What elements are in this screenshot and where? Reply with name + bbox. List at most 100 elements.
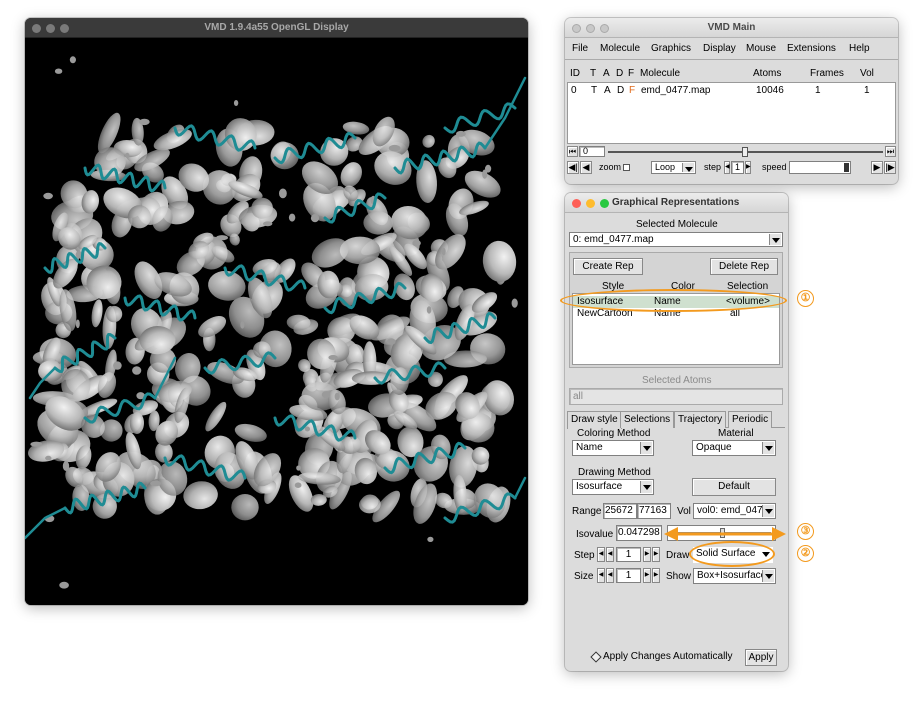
draw-label: Draw: [666, 550, 690, 561]
window-controls[interactable]: [572, 24, 609, 33]
vol-menu[interactable]: vol0: emd_047: [693, 503, 776, 519]
create-rep-button[interactable]: Create Rep: [573, 258, 643, 275]
speed-slider[interactable]: [789, 161, 851, 174]
menu-help[interactable]: Help: [849, 43, 870, 54]
apply-button[interactable]: Apply: [745, 649, 777, 666]
zoom-checkbox[interactable]: [623, 164, 630, 171]
row-a[interactable]: A: [604, 85, 611, 96]
coloring-method-menu[interactable]: Name: [572, 440, 654, 456]
isovalue-input[interactable]: 0.047298: [616, 525, 662, 541]
step-label: Step: [574, 550, 595, 561]
drawing-method-label: Drawing Method: [578, 467, 651, 478]
window-controls[interactable]: [32, 24, 69, 33]
material-menu[interactable]: Opaque: [692, 440, 776, 456]
frame-input[interactable]: 0: [579, 146, 605, 157]
step-decrement-button[interactable]: ◀: [724, 161, 730, 174]
size-max-button[interactable]: ▶: [652, 568, 660, 583]
selected-atoms-input[interactable]: all: [569, 388, 783, 405]
loop-menu-value: Loop: [655, 162, 676, 172]
delete-rep-button[interactable]: Delete Rep: [710, 258, 778, 275]
range-min-input[interactable]: 25672: [603, 503, 637, 519]
menu-file[interactable]: File: [572, 43, 588, 54]
frame-slider-thumb[interactable]: [742, 147, 748, 157]
step-back-button[interactable]: ◀|: [567, 161, 579, 174]
step-forward-button[interactable]: |▶: [884, 161, 896, 174]
main-title-bar[interactable]: VMD Main: [565, 18, 898, 38]
molecule-row[interactable]: 0 T A D F emd_0477.map 10046 1 1: [568, 85, 895, 98]
goto-start-button[interactable]: ⏮: [567, 146, 578, 157]
main-menubar: File Molecule Graphics Display Mouse Ext…: [565, 38, 898, 60]
reps-title-bar[interactable]: Graphical Representations: [565, 193, 788, 213]
zoom-button[interactable]: [600, 24, 609, 33]
menu-display[interactable]: Display: [703, 43, 736, 54]
window-controls[interactable]: [572, 199, 609, 208]
graphical-representations-window: Graphical Representations Selected Molec…: [565, 193, 788, 671]
close-button[interactable]: [572, 199, 581, 208]
row-f[interactable]: F: [629, 85, 635, 96]
molecule-list-header: ID T A D F Molecule Atoms Frames Vol: [565, 68, 898, 82]
col-molecule: Molecule: [640, 68, 681, 79]
speed-slider-thumb[interactable]: [844, 163, 849, 172]
close-button[interactable]: [32, 24, 41, 33]
molecule-selector[interactable]: 0: emd_0477.map: [569, 232, 783, 247]
minimize-button[interactable]: [586, 24, 595, 33]
size-dec-button[interactable]: ◀: [606, 568, 614, 583]
step-inc-button[interactable]: ▶: [643, 547, 651, 562]
main-step-input[interactable]: 1: [731, 161, 744, 174]
loop-menu[interactable]: Loop: [651, 161, 696, 174]
display-title: VMD 1.9.4a55 OpenGL Display: [204, 22, 349, 33]
menu-extensions[interactable]: Extensions: [787, 43, 836, 54]
step-input[interactable]: 1: [616, 547, 641, 562]
step-max-button[interactable]: ▶: [652, 547, 660, 562]
row-t[interactable]: T: [591, 85, 597, 96]
size-input[interactable]: 1: [616, 568, 641, 583]
tab-selections[interactable]: Selections: [620, 411, 675, 428]
molecule-selector-value: 0: emd_0477.map: [573, 234, 654, 245]
menu-mouse[interactable]: Mouse: [746, 43, 776, 54]
zoom-button[interactable]: [600, 199, 609, 208]
vol-value: vol0: emd_047: [697, 505, 763, 516]
molecule-render-canvas[interactable]: [25, 38, 528, 605]
default-button[interactable]: Default: [692, 478, 776, 496]
play-reverse-button[interactable]: ◀: [580, 161, 592, 174]
step-min-button[interactable]: ◀: [597, 547, 605, 562]
drawing-method-menu[interactable]: Isosurface: [572, 479, 654, 495]
auto-apply-toggle[interactable]: [590, 651, 602, 663]
minimize-button[interactable]: [586, 199, 595, 208]
main-title: VMD Main: [707, 22, 756, 33]
zoom-button[interactable]: [60, 24, 69, 33]
menu-graphics[interactable]: Graphics: [651, 43, 691, 54]
minimize-button[interactable]: [46, 24, 55, 33]
col-vol: Vol: [860, 68, 874, 79]
size-label: Size: [574, 571, 594, 582]
tab-trajectory[interactable]: Trajectory: [674, 411, 727, 428]
chevron-down-icon: [769, 234, 781, 245]
step-dec-button[interactable]: ◀: [606, 547, 614, 562]
size-min-button[interactable]: ◀: [597, 568, 605, 583]
goto-end-button[interactable]: ⏭: [885, 146, 896, 157]
show-value: Box+Isosurface: [697, 570, 767, 581]
tab-draw-style[interactable]: Draw style: [567, 411, 622, 429]
row-atoms: 10046: [756, 85, 784, 96]
chevron-down-icon: [762, 442, 774, 454]
col-f: F: [628, 68, 635, 79]
close-button[interactable]: [572, 24, 581, 33]
col-d: D: [616, 68, 624, 79]
show-menu[interactable]: Box+Isosurface: [693, 568, 776, 584]
isovalue-label: Isovalue: [576, 529, 614, 540]
step-increment-button[interactable]: ▶: [745, 161, 751, 174]
tab-periodic[interactable]: Periodic: [728, 411, 773, 428]
drawing-method-value: Isosurface: [576, 481, 623, 492]
range-max-input[interactable]: 77163: [637, 503, 671, 519]
chevron-down-icon: [762, 570, 774, 582]
size-inc-button[interactable]: ▶: [643, 568, 651, 583]
row-molecule[interactable]: emd_0477.map: [641, 85, 711, 96]
play-forward-button[interactable]: ▶: [871, 161, 883, 174]
molecule-list[interactable]: 0 T A D F emd_0477.map 10046 1 1: [567, 82, 896, 144]
row-d[interactable]: D: [617, 85, 624, 96]
menu-molecule[interactable]: Molecule: [600, 43, 640, 54]
speed-label: speed: [762, 162, 787, 172]
col-id: ID: [570, 68, 580, 79]
display-title-bar[interactable]: VMD 1.9.4a55 OpenGL Display: [25, 18, 528, 38]
range-label: Range: [572, 506, 602, 517]
